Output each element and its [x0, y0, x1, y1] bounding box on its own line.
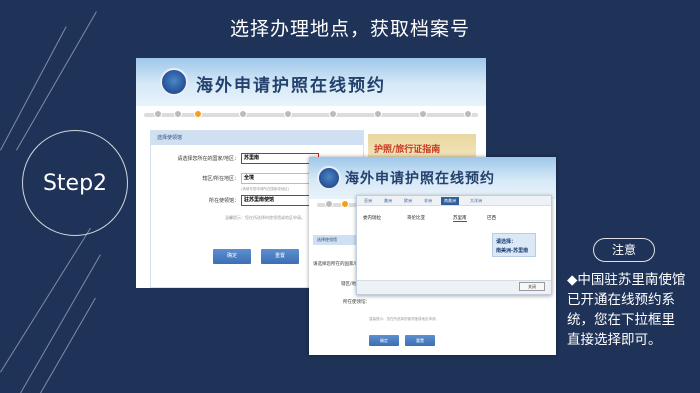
progress-dot [239, 110, 247, 118]
embassy-select[interactable]: 驻苏里南使馆 ▼ [241, 195, 319, 206]
district-hint: (请填写您申请所在国家或地区) [241, 187, 290, 191]
reset-button[interactable]: 重置 [261, 249, 299, 264]
progress-dot [419, 110, 427, 118]
progress-dot [329, 110, 337, 118]
callout-line2: 南美洲-苏里南 [496, 248, 529, 254]
reset-button[interactable]: 重置 [405, 335, 435, 346]
country-item[interactable]: 委内瑞拉 [363, 215, 381, 221]
ok-button[interactable]: 确定 [213, 249, 251, 264]
note-text: ◆中国驻苏里南使馆已开通在线预约系统，您在下拉框里直接选择即可。 [567, 272, 686, 348]
tab-asia[interactable]: 亚洲 [361, 197, 375, 205]
embassy-label: 所在使领馆： [208, 198, 239, 204]
district-label: 辖区/所在地区： [202, 176, 239, 182]
footer-note: 温馨提示：您在所选择的使领馆或地区申请。 [369, 317, 439, 321]
ok-button[interactable]: 确定 [369, 335, 399, 346]
site-banner: 海外申请护照在线预约 [309, 157, 556, 199]
country-item[interactable]: 哥伦比亚 [407, 215, 425, 221]
tab-south-america[interactable]: 南美洲 [441, 197, 459, 205]
embassy-value: 驻苏里南使馆 [244, 197, 275, 203]
passport-guide-text: 护照/旅行证指南 [374, 145, 441, 155]
selection-callout: 请选择： 南美洲-苏里南 [492, 233, 536, 257]
emblem-icon [317, 166, 341, 190]
progress-dot [284, 110, 292, 118]
slide-title: 选择办理地点，获取档案号 [229, 18, 470, 40]
tab-europe[interactable]: 欧洲 [401, 197, 415, 205]
tab-africa[interactable]: 非洲 [421, 197, 435, 205]
progress-dot [325, 200, 333, 208]
form-header: 选择使领馆 [151, 131, 363, 145]
district-value: 全境 [244, 175, 255, 181]
progress-dot [464, 110, 472, 118]
step-badge: Step2 [22, 130, 128, 236]
deco-line [0, 26, 67, 151]
country-item-selected[interactable]: 苏里南 [453, 215, 467, 222]
step-label: Step2 [42, 170, 108, 196]
callout-line1: 请选择： [496, 239, 517, 245]
progress-dot-current [341, 200, 349, 208]
emblem-icon [160, 68, 188, 96]
progress-bar [144, 110, 478, 118]
banner-title: 海外申请护照在线预约 [345, 171, 495, 187]
note-label: 注意 [593, 238, 655, 262]
site-banner: 海外申请护照在线预约 [136, 58, 486, 106]
tab-oceania[interactable]: 大洋洲 [467, 197, 485, 205]
embassy-label: 所在使领馆： [343, 300, 370, 305]
progress-dot-current [194, 110, 202, 118]
progress-dot [374, 110, 382, 118]
popup-footer: 关闭 [357, 280, 551, 294]
progress-dot [154, 110, 162, 118]
country-input[interactable]: 苏里南 [241, 153, 319, 164]
continent-tabs: 亚洲 美洲 欧洲 非洲 南美洲 大洋洲 [357, 196, 551, 206]
progress-dot [174, 110, 182, 118]
close-button[interactable]: 关闭 [519, 282, 545, 291]
banner-title: 海外申请护照在线预约 [196, 76, 386, 96]
country-label: 请选择您所在的国家/地区： [177, 156, 239, 162]
district-select[interactable]: 全境 ▼ [241, 173, 319, 184]
tab-america[interactable]: 美洲 [381, 197, 395, 205]
screenshot-popup: 海外申请护照在线预约 选择使领馆 请选择您所在的国家/地区： 辖区/地区： 所在… [309, 157, 556, 355]
country-item[interactable]: 巴西 [487, 215, 496, 221]
